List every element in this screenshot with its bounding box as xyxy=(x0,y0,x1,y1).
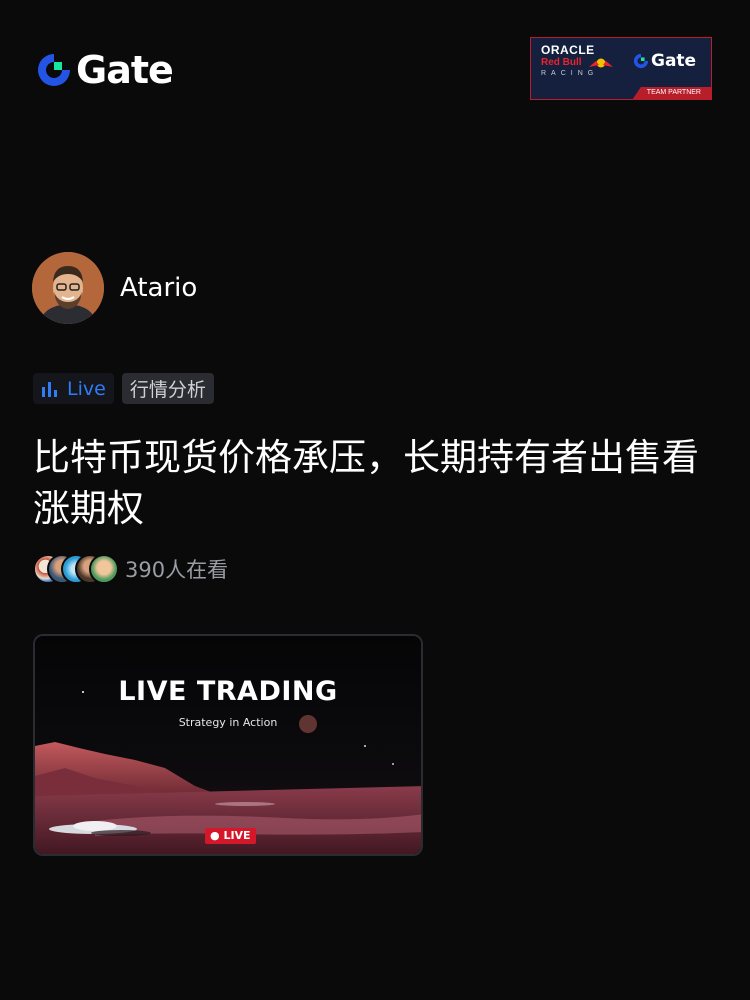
viewer-avatar xyxy=(89,554,119,584)
post-title: 比特币现货价格承压，长期持有者出售看涨期权 xyxy=(33,436,699,530)
partner-line3: RACING xyxy=(541,70,599,77)
live-card-subtitle: Strategy in Action xyxy=(178,716,278,729)
avatar[interactable] xyxy=(32,252,104,324)
partner-brand: Gate xyxy=(651,51,697,71)
avatar-icon xyxy=(32,252,104,324)
live-card-background xyxy=(35,636,421,854)
team-partner-badge: ORACLE Red Bull RACING Gate TEAM PARTNER xyxy=(530,37,712,100)
team-partner-label: TEAM PARTNER xyxy=(632,87,711,99)
author-name[interactable]: Atario xyxy=(120,273,197,303)
partner-gate-logo: Gate xyxy=(633,51,696,71)
partner-line2: Red Bull xyxy=(541,57,582,68)
live-stream-card[interactable]: LIVE TRADING Strategy in Action ● LIVE xyxy=(33,634,423,856)
viewer-count: 390人在看 xyxy=(125,558,229,582)
bar-chart-icon xyxy=(42,381,57,397)
viewer-avatars xyxy=(33,554,119,584)
partner-line1: ORACLE xyxy=(541,43,595,57)
red-bull-icon xyxy=(589,58,613,68)
category-tag[interactable]: 行情分析 xyxy=(121,373,214,404)
gate-logo[interactable]: Gate xyxy=(36,48,174,92)
gate-logo-icon xyxy=(38,54,70,86)
author-row[interactable]: Atario xyxy=(32,252,197,324)
gate-logo-icon xyxy=(633,53,649,69)
live-badge-label: LIVE xyxy=(223,829,251,842)
live-badge: ● LIVE xyxy=(205,828,256,844)
live-tag-label: Live xyxy=(67,377,106,400)
team-partner-strip: TEAM PARTNER xyxy=(531,87,711,99)
live-card-title: LIVE TRADING xyxy=(118,676,338,707)
tag-row: Live 行情分析 xyxy=(33,373,214,404)
viewers-row: 390人在看 xyxy=(33,554,228,584)
live-tag[interactable]: Live xyxy=(33,373,114,404)
brand-name: Gate xyxy=(76,48,174,92)
